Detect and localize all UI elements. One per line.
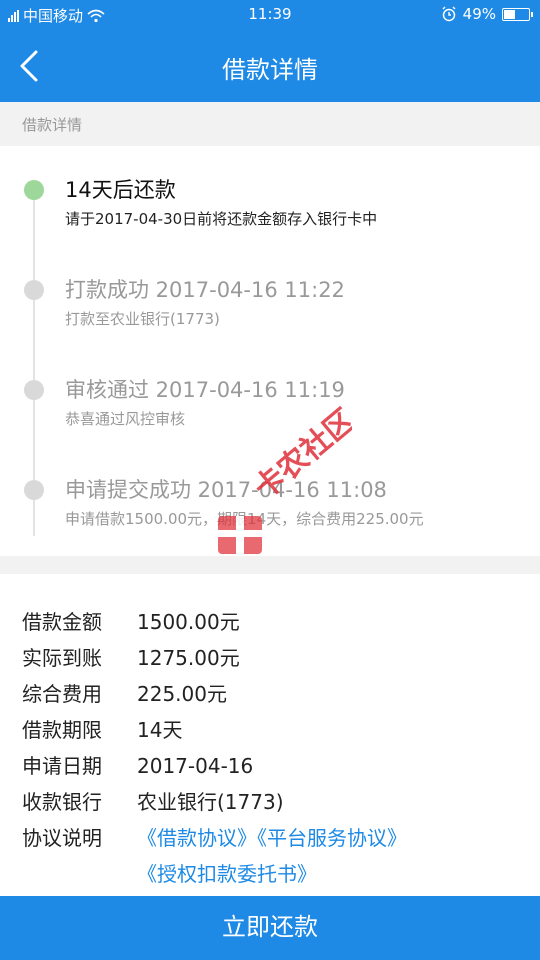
battery-percent: 49%: [462, 5, 496, 23]
detail-value: 1275.00元: [137, 646, 240, 670]
nav-bar: 借款详情: [0, 30, 540, 102]
detail-row-bank: 收款银行 农业银行(1773): [22, 786, 284, 815]
timeline-dot: [24, 280, 44, 300]
detail-row-amount: 借款金额 1500.00元: [22, 606, 240, 635]
timeline-dot: [24, 480, 44, 500]
detail-label: 借款期限: [22, 718, 102, 742]
detail-value: 1500.00元: [137, 610, 240, 634]
timeline-title: 14天后还款: [65, 178, 176, 202]
detail-label: 协议说明: [22, 826, 102, 850]
detail-row-fee: 综合费用 225.00元: [22, 678, 227, 707]
loan-details: 借款金额 1500.00元 实际到账 1275.00元 综合费用 225.00元 借款…: [0, 574, 540, 896]
debit-authorization-link[interactable]: 《授权扣款委托书》: [137, 862, 317, 886]
timeline-dot-active: [24, 180, 44, 200]
timeline-subtitle: 恭喜通过风控审核: [65, 410, 186, 428]
page-title: 借款详情: [222, 56, 318, 84]
timeline-subtitle: 打款至农业银行(1773): [65, 310, 220, 328]
detail-label: 综合费用: [22, 682, 102, 706]
detail-label: 申请日期: [22, 754, 102, 778]
detail-value: 2017-04-16: [137, 754, 254, 778]
detail-label: 实际到账: [22, 646, 102, 670]
section-header: 借款详情: [0, 102, 540, 144]
detail-row-term: 借款期限 14天: [22, 714, 182, 743]
detail-value: 225.00元: [137, 682, 227, 706]
timeline-title: 申请提交成功 2017-04-16 11:08: [65, 478, 387, 502]
detail-row-received: 实际到账 1275.00元: [22, 642, 240, 671]
platform-service-agreement-link[interactable]: 《平台服务协议》: [257, 826, 407, 850]
battery-icon: [502, 7, 533, 21]
detail-row-date: 申请日期 2017-04-16: [22, 750, 253, 779]
timeline-title: 审核通过 2017-04-16 11:19: [65, 378, 345, 402]
repay-now-button[interactable]: 立即还款: [0, 896, 540, 960]
status-bar: 中国移动 11:39 49%: [0, 0, 540, 30]
loan-timeline: 14天后还款 请于2017-04-30日前将还款金额存入银行卡中 打款成功 20…: [0, 146, 540, 556]
detail-label: 借款金额: [22, 610, 102, 634]
detail-value: 14天: [137, 718, 183, 742]
timeline-dot: [24, 380, 44, 400]
detail-row-agreement-2: 《授权扣款委托书》: [22, 858, 317, 887]
detail-row-agreement: 协议说明 《借款协议》《平台服务协议》: [22, 822, 407, 851]
detail-label: 收款银行: [22, 790, 102, 814]
alarm-icon: [442, 6, 456, 22]
timeline-title: 打款成功 2017-04-16 11:22: [65, 278, 345, 302]
timeline-subtitle: 申请借款1500.00元，期限14天，综合费用225.00元: [65, 510, 424, 528]
detail-value: 农业银行(1773): [137, 790, 284, 814]
timeline-subtitle: 请于2017-04-30日前将还款金额存入银行卡中: [65, 210, 378, 228]
loan-agreement-link[interactable]: 《借款协议》: [137, 826, 257, 850]
